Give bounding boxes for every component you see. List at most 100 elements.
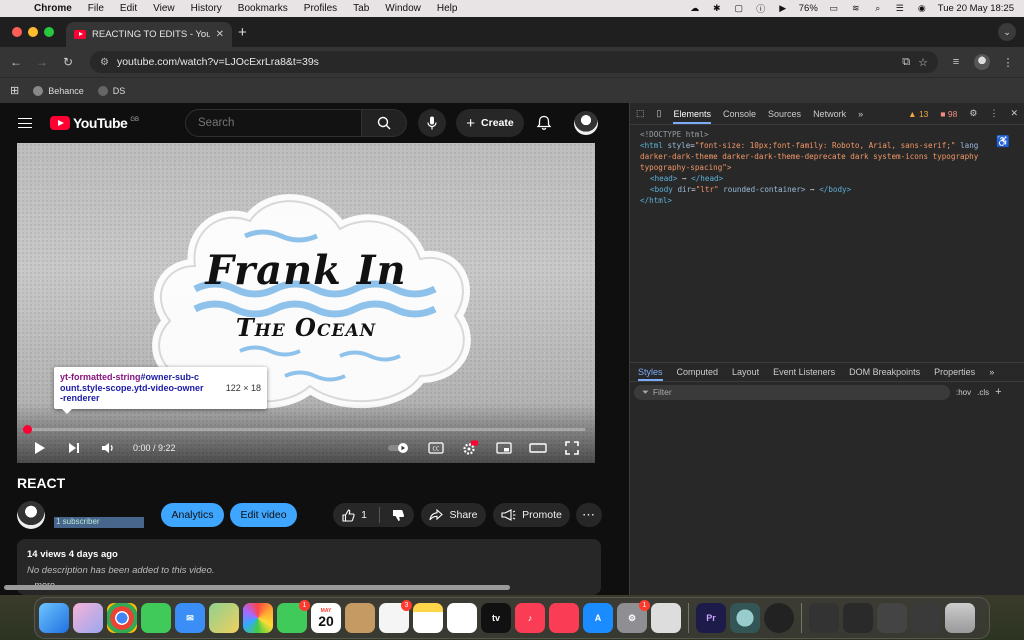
notifications-bell-icon[interactable] — [536, 115, 552, 131]
app-store-icon[interactable]: A — [583, 603, 613, 633]
voice-search-button[interactable] — [418, 109, 446, 137]
account-avatar[interactable] — [574, 111, 598, 135]
play-button[interactable] — [31, 440, 49, 456]
thumbs-up-icon[interactable] — [342, 508, 355, 522]
share-button[interactable]: Share — [421, 503, 486, 527]
horizontal-scrollbar[interactable] — [4, 585, 510, 590]
menu-view[interactable]: View — [145, 3, 183, 14]
tab-sources[interactable]: Sources — [768, 109, 801, 119]
premiere-pro-icon[interactable]: Pr — [696, 603, 726, 633]
tab-search-chevron-icon[interactable]: ⌄ — [998, 23, 1016, 41]
close-tab-icon[interactable]: ✕ — [216, 29, 224, 40]
analytics-button[interactable]: Analytics — [161, 503, 224, 527]
inspect-element-icon[interactable]: ⬚ — [636, 108, 645, 119]
menu-history[interactable]: History — [183, 3, 230, 14]
devtools-settings-gear-icon[interactable]: ⚙ — [969, 108, 977, 119]
theater-mode-button[interactable] — [529, 440, 547, 456]
more-panes-chevron-icon[interactable]: » — [989, 367, 994, 377]
info-icon[interactable]: ⓘ — [755, 4, 767, 14]
search-button[interactable] — [362, 109, 407, 137]
tab-properties[interactable]: Properties — [934, 367, 975, 377]
autoplay-toggle[interactable] — [387, 440, 411, 456]
tab-console[interactable]: Console — [723, 109, 756, 119]
chrome-icon[interactable] — [107, 603, 137, 633]
cast-icon[interactable]: ⧉ — [902, 56, 910, 69]
control-center-icon[interactable]: ☰ — [894, 3, 906, 14]
new-tab-button[interactable]: + — [238, 24, 247, 41]
apps-grid-icon[interactable]: ⊞ — [10, 84, 19, 97]
bluetooth-icon[interactable]: ✱ — [711, 3, 723, 14]
battery-icon[interactable]: ▭ — [828, 3, 840, 14]
media-controls-icon[interactable]: ≡ — [948, 56, 964, 68]
menu-app-name[interactable]: Chrome — [26, 3, 80, 14]
bookmark-star-icon[interactable]: ☆ — [918, 56, 928, 69]
dom-html-close[interactable]: </html> — [640, 195, 1014, 206]
settings-button[interactable] — [461, 440, 479, 456]
close-window-button[interactable] — [12, 27, 22, 37]
menu-file[interactable]: File — [80, 3, 112, 14]
calendar-icon[interactable]: MAY 20 — [311, 603, 341, 633]
trash-icon[interactable] — [945, 603, 975, 633]
notes-icon[interactable] — [413, 603, 443, 633]
new-style-rule-plus-icon[interactable]: + — [995, 386, 1001, 398]
zoom-window-button[interactable] — [44, 27, 54, 37]
device-toolbar-icon[interactable]: ▯ — [657, 108, 662, 119]
facetime-icon[interactable]: 1 — [277, 600, 310, 633]
quicktime-icon[interactable] — [730, 603, 760, 633]
cloud-icon[interactable]: ☁ — [689, 3, 701, 14]
apple-tv-icon[interactable]: tv — [481, 603, 511, 633]
tab-styles[interactable]: Styles — [638, 363, 663, 381]
tab-network[interactable]: Network — [813, 109, 846, 119]
browser-tab-active[interactable]: REACTING TO EDITS - YouTub ✕ — [66, 22, 232, 47]
obs-icon[interactable] — [764, 603, 794, 633]
create-button[interactable]: + Create — [456, 109, 524, 137]
window-icon[interactable]: ▢ — [733, 3, 745, 14]
errors-count[interactable]: ■ 98 — [940, 109, 957, 119]
fullscreen-button[interactable] — [563, 440, 581, 456]
hover-state-toggle[interactable]: :hov — [956, 388, 971, 397]
back-button[interactable]: ← — [8, 55, 24, 69]
music-icon[interactable]: ♪ — [515, 603, 545, 633]
play-circle-icon[interactable]: ▶ — [777, 3, 789, 14]
youtube-logo[interactable]: YouTube GB — [50, 115, 139, 131]
forward-button[interactable]: → — [34, 55, 50, 69]
address-bar[interactable]: ⚙ youtube.com/watch?v=LJOcExrLra8&t=39s … — [90, 51, 938, 73]
like-count[interactable]: 1 — [361, 509, 367, 521]
launchpad-icon[interactable] — [73, 603, 103, 633]
contacts-icon[interactable] — [345, 603, 375, 633]
tab-layout[interactable]: Layout — [732, 367, 759, 377]
recent-window-thumbnail-3[interactable] — [877, 603, 907, 633]
bookmark-ds[interactable]: DS — [97, 85, 125, 96]
menubar-clock[interactable]: Tue 20 May 18:25 — [938, 3, 1014, 14]
more-tabs-chevron-icon[interactable]: » — [858, 109, 863, 119]
progress-bar[interactable] — [23, 425, 585, 434]
more-menu-icon[interactable]: ⋮ — [1000, 56, 1016, 69]
menu-edit[interactable]: Edit — [112, 3, 145, 14]
freeform-icon[interactable] — [447, 603, 477, 633]
system-settings-icon[interactable]: ⚙ 1 — [617, 600, 650, 633]
roblox-icon[interactable] — [651, 603, 681, 633]
siri-icon[interactable]: ◉ — [916, 3, 928, 14]
tab-event-listeners[interactable]: Event Listeners — [773, 367, 835, 377]
news-icon[interactable] — [549, 603, 579, 633]
recent-window-thumbnail-2[interactable] — [843, 603, 873, 633]
menu-help[interactable]: Help — [429, 3, 466, 14]
more-actions-icon[interactable]: ⋯ — [576, 503, 602, 527]
finder-icon[interactable] — [39, 603, 69, 633]
subtitles-button[interactable]: CC — [427, 440, 445, 456]
recent-window-thumbnail-1[interactable] — [809, 603, 839, 633]
menu-window[interactable]: Window — [377, 3, 429, 14]
site-info-icon[interactable]: ⚙ — [100, 57, 109, 68]
tab-dom-breakpoints[interactable]: DOM Breakpoints — [849, 367, 920, 377]
reminders-icon[interactable]: 3 — [379, 600, 412, 633]
styles-filter-input[interactable]: ⏷ Filter — [634, 384, 950, 400]
messages-icon[interactable] — [141, 603, 171, 633]
devtools-more-menu-icon[interactable]: ⋮ — [989, 108, 998, 119]
close-devtools-icon[interactable]: ✕ — [1010, 108, 1018, 119]
photos-icon[interactable] — [243, 603, 273, 633]
video-player[interactable]: Frank In The Ocean 0:00 / 9:22 CC — [17, 143, 595, 463]
progress-scrubber[interactable] — [23, 425, 32, 434]
dom-body-node[interactable]: <body dir="ltr" rounded-container> ⋯ </b… — [640, 184, 1014, 195]
dom-head-node[interactable]: <head> ⋯ </head> — [640, 173, 1014, 184]
accessibility-icon[interactable]: ♿ — [996, 135, 1010, 148]
